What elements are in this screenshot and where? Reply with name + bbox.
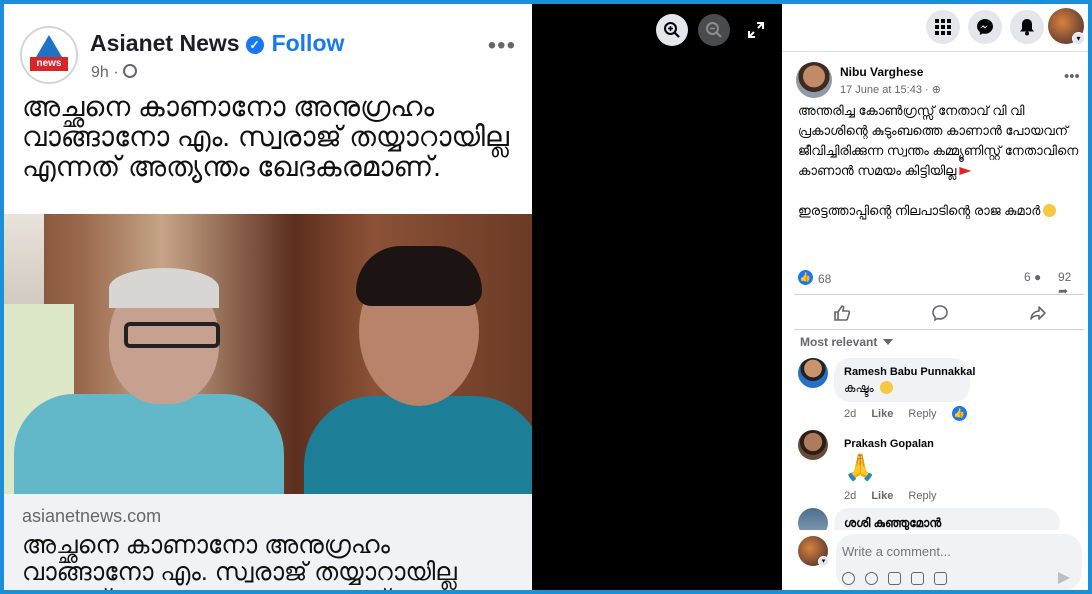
shared-post-headline: അച്ഛനെ കാണാനോ അനുഗ്രഹം വാങ്ങാനോ എം. സ്വര… bbox=[22, 91, 509, 182]
like-button[interactable] bbox=[830, 301, 854, 325]
comment-bubble: Ramesh Babu Punnakkal കഷ്ടം bbox=[834, 358, 975, 402]
messenger-icon bbox=[977, 19, 993, 35]
post-text: അന്തരിച്ച കോൺഗ്രസ്സ് നേതാവ് വി വി പ്രകാശ… bbox=[798, 103, 1079, 218]
notifications-button[interactable] bbox=[1010, 10, 1044, 44]
messenger-button[interactable] bbox=[968, 10, 1002, 44]
follow-label: Follow bbox=[271, 30, 345, 56]
zoom-out-button[interactable] bbox=[698, 14, 730, 46]
composer-tools bbox=[842, 572, 957, 586]
share-button[interactable] bbox=[1026, 301, 1050, 325]
praying-hands-emoji: 🙏 bbox=[844, 452, 877, 482]
comment-age: 2d bbox=[844, 490, 857, 502]
zoom-out-icon bbox=[706, 22, 722, 38]
post-time[interactable]: 17 June at 15:43 · ⊕ bbox=[840, 83, 941, 96]
comment-button[interactable] bbox=[928, 301, 952, 325]
shared-post-header: news Asianet News ✓ Follow 9h · ••• bbox=[20, 26, 524, 86]
comment-age: 2d bbox=[844, 408, 857, 420]
comment-like-link[interactable]: Like bbox=[871, 490, 893, 502]
expand-icon bbox=[748, 22, 764, 38]
commenter-avatar[interactable] bbox=[798, 358, 828, 388]
send-icon[interactable] bbox=[1058, 572, 1070, 584]
post-sidebar: ▾ Nibu Varghese 17 June at 15:43 · ⊕ •••… bbox=[782, 4, 1088, 590]
shared-post-image[interactable]: news Asianet News ✓ Follow 9h · ••• അച്ഛനെ… bbox=[4, 4, 532, 590]
commenter-name[interactable]: Prakash Gopalan bbox=[844, 438, 934, 450]
more-options-icon: ••• bbox=[487, 32, 516, 59]
grid-menu-icon bbox=[935, 19, 951, 35]
comment-input-box[interactable] bbox=[836, 534, 1082, 590]
comment-input[interactable] bbox=[842, 544, 1062, 559]
comment-reply-link[interactable]: Reply bbox=[908, 490, 936, 502]
commenter-avatar[interactable] bbox=[798, 430, 828, 460]
camera-icon[interactable] bbox=[888, 572, 901, 585]
gif-icon[interactable] bbox=[911, 572, 924, 585]
asianet-news-logo: news bbox=[20, 26, 78, 84]
post-actions bbox=[794, 294, 1084, 330]
thumbs-up-icon bbox=[834, 305, 851, 321]
link-domain: asianetnews.com bbox=[22, 506, 162, 526]
author-avatar[interactable] bbox=[796, 62, 832, 98]
comment-bubble-icon bbox=[932, 305, 948, 322]
link-preview: asianetnews.com അച്ഛനെ കാണാനോ അനുഗ്രഹം വ… bbox=[4, 494, 532, 590]
comment-meta: 2d Like Reply bbox=[844, 490, 949, 502]
comment-count[interactable]: 6 ● bbox=[1024, 270, 1041, 284]
post-stats: 👍 68 6 ● 92 ➦ bbox=[796, 268, 1084, 298]
screenshot-frame: news Asianet News ✓ Follow 9h · ••• അച്ഛനെ… bbox=[0, 0, 1092, 594]
comment-icon: ● bbox=[1034, 270, 1042, 284]
comment-composer: ▾ bbox=[782, 530, 1088, 590]
comment-reply-link[interactable]: Reply bbox=[908, 408, 936, 420]
author-name[interactable]: Nibu Varghese bbox=[840, 65, 923, 79]
chevron-down-icon[interactable]: ▾ bbox=[818, 556, 829, 567]
red-flag-icon bbox=[959, 167, 972, 175]
smiley-emoji-icon bbox=[1043, 204, 1057, 217]
commenter-name[interactable]: Ramesh Babu Punnakkal bbox=[844, 366, 975, 378]
globe-icon: ⊕ bbox=[931, 84, 941, 96]
top-bar: ▾ bbox=[782, 4, 1088, 52]
post-options-icon[interactable]: ••• bbox=[1064, 68, 1080, 85]
chevron-down-icon bbox=[883, 339, 894, 345]
sad-emoji-icon bbox=[880, 381, 893, 394]
news-photo bbox=[4, 214, 532, 494]
bell-icon bbox=[1020, 19, 1034, 36]
menu-button[interactable] bbox=[926, 10, 960, 44]
comment-bubble: Prakash Gopalan 🙏 bbox=[834, 430, 934, 484]
expand-button[interactable] bbox=[746, 20, 766, 40]
comment-text: കഷ്ടം bbox=[844, 381, 960, 396]
shared-page-name: Asianet News ✓ Follow bbox=[90, 30, 345, 56]
comment-like-reaction-icon[interactable]: 👍 bbox=[952, 406, 967, 421]
photo-viewer: news Asianet News ✓ Follow 9h · ••• അച്ഛനെ… bbox=[4, 4, 782, 590]
zoom-in-button[interactable] bbox=[656, 14, 688, 46]
globe-icon bbox=[122, 64, 137, 78]
like-count[interactable]: 68 bbox=[818, 272, 831, 286]
verified-badge-icon: ✓ bbox=[245, 36, 264, 54]
comments-sort-dropdown[interactable]: Most relevant bbox=[800, 335, 894, 349]
shared-post-time: 9h · bbox=[91, 64, 137, 82]
link-title: അച്ഛനെ കാണാനോ അനുഗ്രഹം വാങ്ങാനോ എം. സ്വര… bbox=[22, 531, 457, 591]
sticker-icon[interactable] bbox=[934, 572, 947, 585]
like-reaction-icon[interactable]: 👍 bbox=[798, 270, 813, 285]
commenter-name[interactable]: ശശി കുഞ്ഞുമോൻ bbox=[844, 516, 1050, 531]
comment-like-link[interactable]: Like bbox=[871, 408, 893, 420]
zoom-in-icon bbox=[664, 22, 680, 38]
share-arrow-icon bbox=[1030, 306, 1046, 320]
emoji-icon[interactable] bbox=[865, 572, 878, 585]
comment-meta: 2d Like Reply bbox=[844, 408, 949, 420]
avatar-sticker-icon[interactable] bbox=[842, 572, 855, 585]
chevron-down-icon[interactable]: ▾ bbox=[1072, 32, 1085, 45]
